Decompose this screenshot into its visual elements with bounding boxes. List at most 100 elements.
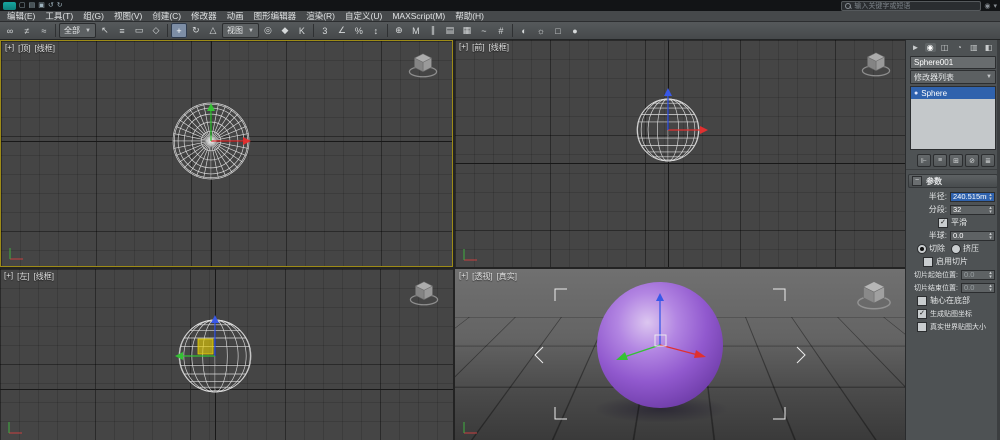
menu-maxscript[interactable]: MAXScript(M) (387, 11, 450, 21)
viewport-general-menu[interactable]: [+] (459, 42, 468, 53)
spinner-down-icon[interactable]: ▾ (987, 274, 994, 279)
material-editor-icon[interactable]: ◐ (516, 23, 532, 38)
new-scene-icon[interactable]: ▢ (19, 2, 26, 10)
unlink-selection-icon[interactable]: ≠ (19, 23, 35, 38)
rendered-frame-window-icon[interactable]: □ (550, 23, 566, 38)
snaps-toggle-icon[interactable]: 3 (317, 23, 333, 38)
save-file-icon[interactable]: ▣ (38, 2, 45, 10)
move-gizmo[interactable] (175, 315, 219, 360)
viewport-top[interactable]: [+] [顶] [线框] (0, 40, 453, 267)
bind-to-space-warp-icon[interactable]: ≈ (36, 23, 52, 38)
select-and-link-icon[interactable]: ∞ (2, 23, 18, 38)
select-by-name-icon[interactable]: ≡ (114, 23, 130, 38)
select-and-rotate-icon[interactable]: ↻ (188, 23, 204, 38)
spinner-down-icon[interactable]: ▾ (987, 209, 994, 214)
viewcube[interactable] (855, 275, 893, 313)
application-menu-button[interactable] (3, 1, 16, 10)
slice-to-spinner[interactable]: 0.0 ▴ ▾ (961, 282, 995, 293)
window-crossing-icon[interactable]: ◇ (148, 23, 164, 38)
align-icon[interactable]: ∥ (425, 23, 441, 38)
use-pivot-center-icon[interactable]: ◎ (260, 23, 276, 38)
render-production-icon[interactable]: ● (567, 23, 583, 38)
menu-customize[interactable]: 自定义(U) (340, 10, 387, 22)
spinner-down-icon[interactable]: ▾ (987, 235, 994, 240)
percent-snap-icon[interactable]: % (351, 23, 367, 38)
show-end-result-icon[interactable]: ≡ (933, 154, 947, 167)
menu-animation[interactable]: 动画 (222, 10, 249, 22)
edit-named-selections-icon[interactable]: ⊕ (391, 23, 407, 38)
make-unique-icon[interactable]: ⊞ (949, 154, 963, 167)
graphite-ribbon-icon[interactable]: ▦ (459, 23, 475, 38)
layer-manager-icon[interactable]: ▤ (442, 23, 458, 38)
menu-create[interactable]: 创建(C) (147, 10, 186, 22)
segments-spinner[interactable]: 32 ▴ ▾ (950, 204, 995, 215)
motion-tab-icon[interactable]: ◔ (954, 43, 965, 52)
squash-radio[interactable] (951, 243, 961, 254)
viewport-pov-menu[interactable]: [透视] (472, 271, 492, 282)
smooth-checkbox[interactable]: ✓ (938, 217, 948, 228)
viewcube[interactable] (407, 275, 441, 309)
mirror-icon[interactable]: M (408, 23, 424, 38)
generate-mapping-coords-checkbox[interactable]: ✓ (917, 308, 927, 319)
configure-modifier-sets-icon[interactable]: ≣ (981, 154, 995, 167)
viewport-perspective[interactable]: [+] [透视] [真实] (455, 269, 905, 440)
schematic-view-icon[interactable]: # (493, 23, 509, 38)
render-setup-icon[interactable]: ☼ (533, 23, 549, 38)
viewport-general-menu[interactable]: [+] (459, 271, 468, 282)
select-and-move-icon[interactable]: + (170, 23, 187, 38)
menu-views[interactable]: 视图(V) (109, 10, 147, 22)
viewport-shading-menu[interactable]: [线框] (34, 271, 54, 282)
help-menu-icon[interactable]: ▾ (993, 2, 997, 10)
curve-editor-icon[interactable]: ~ (476, 23, 492, 38)
chop-radio[interactable] (917, 243, 927, 254)
spinner-down-icon[interactable]: ▾ (987, 196, 994, 201)
viewport-shading-menu[interactable]: [线框] (35, 43, 55, 54)
menu-graph-editors[interactable]: 图形编辑器 (249, 10, 302, 22)
pin-stack-icon[interactable]: ⊩ (917, 154, 931, 167)
menu-modifiers[interactable]: 修改器 (186, 10, 222, 22)
viewport-pov-menu[interactable]: [顶] (18, 43, 30, 54)
viewport-shading-menu[interactable]: [真实] (497, 271, 517, 282)
viewport-shading-menu[interactable]: [线框] (489, 42, 509, 53)
move-gizmo[interactable] (664, 88, 708, 134)
viewport-general-menu[interactable]: [+] (5, 43, 14, 54)
viewport-pov-menu[interactable]: [前] (472, 42, 484, 53)
viewcube[interactable] (859, 46, 893, 80)
spinner-down-icon[interactable]: ▾ (987, 287, 994, 292)
search-box[interactable]: 输入关键字或短语 (841, 0, 982, 11)
spinner-snap-icon[interactable]: ↕ (368, 23, 384, 38)
display-tab-icon[interactable]: ▥ (968, 43, 979, 52)
slice-on-checkbox[interactable] (923, 256, 933, 267)
open-file-icon[interactable]: ▤ (29, 2, 36, 10)
hierarchy-tab-icon[interactable]: ◫ (939, 43, 950, 52)
utilities-tab-icon[interactable]: ◧ (983, 43, 994, 52)
selection-filter-dropdown[interactable]: 全部 ▼ (59, 23, 96, 38)
radius-spinner[interactable]: 240.515mm ▴▾ (950, 191, 995, 202)
modify-tab-icon[interactable]: ◉ (924, 43, 936, 52)
menu-edit[interactable]: 编辑(E) (2, 10, 40, 22)
slice-from-spinner[interactable]: 0.0 ▴ ▾ (961, 269, 995, 280)
stack-item-sphere[interactable]: ● Sphere (911, 87, 995, 99)
modifier-list-dropdown[interactable]: 修改器列表 ▼ (910, 70, 996, 84)
sign-in-icon[interactable]: ◉ (984, 2, 990, 10)
move-gizmo[interactable] (616, 293, 706, 360)
create-tab-icon[interactable]: ► (910, 43, 921, 52)
real-world-map-size-checkbox[interactable] (917, 321, 927, 332)
base-to-pivot-checkbox[interactable] (917, 295, 927, 306)
menu-group[interactable]: 组(G) (78, 10, 109, 22)
hemisphere-spinner[interactable]: 0.0 ▴ ▾ (950, 230, 995, 241)
viewport-front[interactable]: [+] [前] [线框] (455, 40, 905, 267)
select-and-scale-icon[interactable]: △ (205, 23, 221, 38)
remove-modifier-icon[interactable]: ⊘ (965, 154, 979, 167)
menu-help[interactable]: 帮助(H) (450, 10, 489, 22)
viewport-general-menu[interactable]: [+] (4, 271, 13, 282)
select-and-manipulate-icon[interactable]: ◆ (277, 23, 293, 38)
select-object-icon[interactable]: ↖ (97, 23, 113, 38)
sphere-wireframe[interactable] (1, 41, 452, 266)
rollout-header[interactable]: − 参数 (908, 174, 998, 188)
menu-rendering[interactable]: 渲染(R) (301, 10, 340, 22)
undo-icon[interactable]: ↺ (48, 2, 54, 10)
selection-region-icon[interactable]: ▭ (131, 23, 147, 38)
sphere-wireframe[interactable] (0, 269, 451, 438)
sphere-wireframe[interactable] (455, 40, 905, 267)
